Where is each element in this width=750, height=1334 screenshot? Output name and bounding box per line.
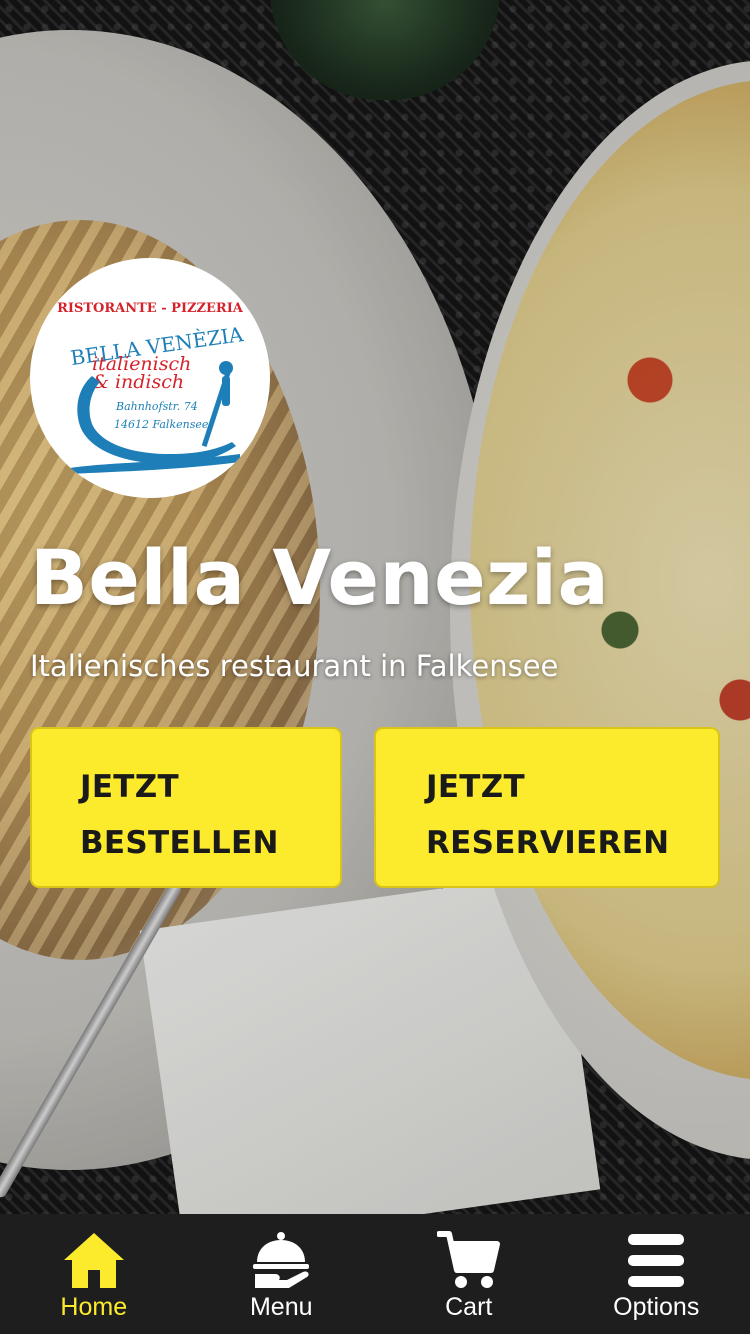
order-button-line-2: BESTELLEN: [80, 825, 279, 861]
reserve-button-line-1: JETZT: [426, 769, 525, 805]
order-button-line-1: JETZT: [80, 769, 179, 805]
nav-item-menu[interactable]: Menu: [188, 1214, 376, 1334]
bottom-navigation: Home Menu Cart Options: [0, 1214, 750, 1334]
nav-item-home[interactable]: Home: [0, 1214, 188, 1334]
restaurant-name: Bella Venezia: [30, 533, 610, 622]
home-icon: [63, 1233, 124, 1288]
nav-label-cart: Cart: [445, 1293, 493, 1321]
nav-label-menu: Menu: [249, 1293, 313, 1321]
logo-street: Bahnhofstr. 74: [115, 400, 198, 413]
logo-city: 14612 Falkensee: [114, 418, 209, 431]
cart-icon: [436, 1231, 500, 1288]
nav-item-cart[interactable]: Cart: [375, 1214, 563, 1334]
hamburger-icon: [628, 1234, 685, 1287]
order-now-button[interactable]: JETZT BESTELLEN: [30, 727, 342, 888]
restaurant-tagline: Italienisches restaurant in Falkensee: [30, 649, 559, 683]
nav-item-options[interactable]: Options: [563, 1214, 750, 1334]
app-screen: RISTORANTE - PIZZERIA BELLA VENÈZIA ital…: [0, 0, 750, 1334]
reserve-now-button[interactable]: JETZT RESERVIEREN: [374, 727, 720, 888]
restaurant-logo: RISTORANTE - PIZZERIA BELLA VENÈZIA ital…: [30, 258, 270, 498]
reserve-button-line-2: RESERVIEREN: [426, 825, 670, 861]
nav-label-home: Home: [60, 1293, 128, 1321]
cloche-icon: [253, 1232, 310, 1288]
logo-line-4: & indisch: [92, 371, 184, 393]
nav-label-options: Options: [613, 1293, 700, 1321]
logo-line-1: RISTORANTE - PIZZERIA: [57, 301, 244, 316]
